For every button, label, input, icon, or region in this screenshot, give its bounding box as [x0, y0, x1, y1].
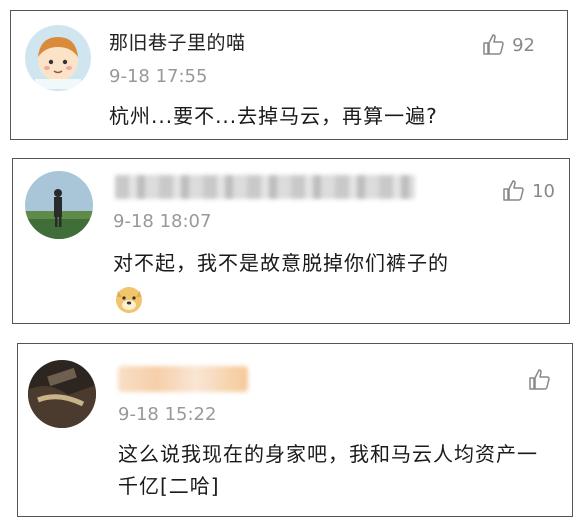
like-button[interactable]: 10: [502, 179, 555, 203]
comment-text: 这么说我现在的身家吧，我和马云人均资产一千亿[二哈]: [118, 442, 538, 498]
comment-text: 杭州...要不...去掉马云，再算一遍?: [109, 104, 438, 128]
thumbs-up-icon: [529, 369, 550, 390]
like-button[interactable]: [528, 368, 552, 392]
thumbs-up-icon: [483, 34, 504, 55]
timestamp: 9-18 15:22: [118, 404, 217, 425]
doge-emoji-icon: [113, 283, 145, 315]
timestamp: 9-18 17:55: [109, 66, 208, 87]
like-count: 92: [512, 34, 535, 56]
comment-card: 那旧巷子里的喵 9-18 17:55 杭州...要不...去掉马云，再算一遍? …: [10, 10, 568, 140]
like-count: 10: [532, 180, 555, 202]
comment-card: 9-18 18:07 对不起，我不是故意脱掉你们裤子的 10: [12, 158, 570, 324]
like-button[interactable]: 92: [482, 33, 535, 57]
username-blurred[interactable]: [118, 366, 248, 392]
avatar[interactable]: [25, 25, 91, 91]
avatar[interactable]: [25, 171, 93, 239]
username-blurred[interactable]: [115, 175, 415, 199]
username[interactable]: 那旧巷子里的喵: [109, 28, 246, 55]
timestamp: 9-18 18:07: [113, 211, 212, 232]
comment-card: 9-18 15:22 这么说我现在的身家吧，我和马云人均资产一千亿[二哈]: [17, 343, 573, 517]
comment-text: 对不起，我不是故意脱掉你们裤子的: [113, 251, 449, 275]
thumbs-up-icon: [503, 180, 524, 201]
avatar[interactable]: [28, 360, 96, 428]
